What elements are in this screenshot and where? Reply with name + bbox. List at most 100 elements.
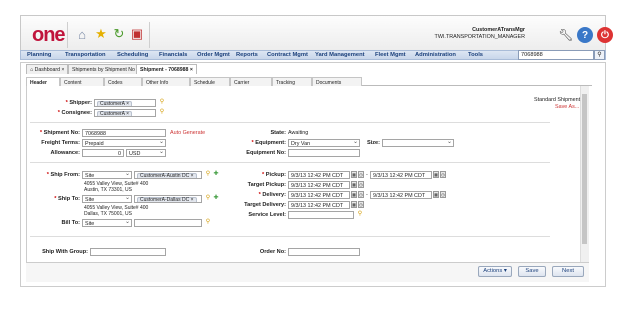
menu-tools[interactable]: Tools (468, 52, 483, 58)
wrench-icon[interactable]: 🔧︎ (557, 26, 575, 44)
shipper-chip[interactable]: CustomerA × (97, 100, 133, 106)
clock-icon[interactable]: ◷ (358, 181, 364, 188)
tab-codes[interactable]: Codes (104, 77, 142, 86)
tab-shipment-detail[interactable]: Shipment - 7068988 × (136, 64, 197, 74)
tab-documents[interactable]: Documents (312, 77, 362, 86)
pickup-from-input[interactable]: 9/3/13 12:42 PM CDT (288, 171, 350, 179)
consignee-label: * Consignee: (57, 110, 92, 116)
menu-contract-mgmt[interactable]: Contract Mgmt (267, 52, 308, 58)
equipment-no-input[interactable] (288, 149, 360, 157)
auto-generate-link[interactable]: Auto Generate (170, 130, 205, 136)
menu-financials[interactable]: Financials (159, 52, 187, 58)
clock-icon[interactable]: ◷ (440, 191, 446, 198)
calendar-icon[interactable]: ▦ (433, 171, 439, 178)
tab-schedule[interactable]: Schedule (190, 77, 230, 86)
shipment-no-label: * Shipment No: (39, 130, 80, 136)
currency-select[interactable]: USD (126, 149, 166, 157)
tab-content[interactable]: Content (60, 77, 104, 86)
menu-administration[interactable]: Administration (415, 52, 456, 58)
save-button[interactable]: Save (518, 266, 546, 277)
clock-icon[interactable]: ◷ (358, 201, 364, 208)
target-pickup-input[interactable]: 9/3/13 12:42 PM CDT (288, 181, 350, 189)
shipment-no-input[interactable]: 7068988 (82, 129, 166, 137)
calendar-icon[interactable]: ▦ (351, 181, 357, 188)
consignee-chip[interactable]: CustomerA × (97, 110, 133, 117)
search-input[interactable]: 7068988 (518, 50, 594, 60)
help-icon[interactable]: ? (577, 27, 593, 43)
state-label: State: (270, 130, 286, 136)
shipper-field[interactable]: CustomerA × (94, 99, 156, 107)
lookup-icon[interactable]: ⚲ (204, 195, 212, 202)
add-location-icon[interactable]: ✚ (212, 195, 220, 202)
menu-reports[interactable]: Reports (236, 52, 258, 58)
star-icon[interactable]: ★ (92, 25, 110, 43)
user-org: TWI.TRANSPORTATION_MANAGER (434, 34, 525, 40)
service-level-input[interactable] (288, 211, 354, 219)
freight-terms-select[interactable]: Prepaid (82, 139, 166, 147)
power-icon[interactable]: ⏻ (597, 27, 613, 43)
add-location-icon[interactable]: ✚ (212, 171, 220, 178)
calendar-icon[interactable]: ▦ (351, 171, 357, 178)
ship-to-type-select[interactable]: Site (82, 195, 132, 203)
refresh-icon[interactable]: ↻ (110, 25, 128, 43)
clock-icon[interactable]: ◷ (358, 191, 364, 198)
ship-from-field[interactable]: CustomerA-Austin DC × (134, 171, 202, 179)
ship-with-group-input[interactable] (90, 248, 166, 256)
tab-other-info[interactable]: Other Info (142, 77, 190, 86)
size-select[interactable] (382, 139, 454, 147)
search-icon[interactable]: ⚲ (594, 50, 605, 60)
bill-to-field[interactable] (134, 219, 202, 227)
save-as-link[interactable]: Save As... (555, 104, 579, 110)
tab-label: Dashboard (34, 67, 60, 73)
lookup-icon[interactable]: ⚲ (356, 211, 364, 218)
label-text: Delivery: (262, 192, 286, 198)
equipment-label: * Equipment: (251, 140, 287, 146)
menu-planning[interactable]: Planning (27, 52, 51, 58)
tab-header[interactable]: Header (26, 77, 60, 86)
scrollbar-thumb[interactable] (582, 94, 587, 244)
app-logo[interactable]: one (32, 24, 66, 47)
lookup-icon[interactable]: ⚲ (204, 171, 212, 178)
actions-button[interactable]: Actions ▾ (478, 266, 512, 277)
alerts-icon[interactable]: ▣ (128, 25, 146, 43)
calendar-icon[interactable]: ▦ (351, 201, 357, 208)
menu-order-mgmt[interactable]: Order Mgmt (197, 52, 230, 58)
calendar-icon[interactable]: ▦ (351, 191, 357, 198)
equipment-select[interactable]: Dry Van (288, 139, 360, 147)
calendar-icon[interactable]: ▦ (433, 191, 439, 198)
order-no-input[interactable] (288, 248, 360, 256)
clock-icon[interactable]: ◷ (358, 171, 364, 178)
tab-tracking[interactable]: Tracking (272, 77, 312, 86)
delivery-from-input[interactable]: 9/3/13 12:42 PM CDT (288, 191, 350, 199)
ship-to-chip[interactable]: CustomerA-Dallas DC × (137, 196, 197, 202)
state-value: Awaiting (288, 130, 309, 136)
lookup-icon[interactable]: ⚲ (158, 99, 166, 106)
shipment-type: Standard Shipment (534, 97, 581, 103)
lookup-icon[interactable]: ⚲ (204, 219, 212, 226)
bill-to-type-select[interactable]: Site (82, 219, 132, 227)
divider (149, 22, 150, 48)
tab-shipments-by-shipment-no[interactable]: Shipments by Shipment No × (68, 64, 144, 74)
chip-text: CustomerA (100, 110, 125, 117)
clock-icon[interactable]: ◷ (440, 171, 446, 178)
menu-scheduling[interactable]: Scheduling (117, 52, 148, 58)
user-name: CustomerATransMgr (472, 27, 525, 33)
ship-to-field[interactable]: CustomerA-Dallas DC × (134, 195, 202, 203)
home-icon[interactable]: ⌂ (73, 25, 91, 43)
menu-yard-management[interactable]: Yard Management (315, 52, 365, 58)
target-delivery-label: Target Delivery: (244, 202, 286, 208)
pickup-to-input[interactable]: 9/3/13 12:42 PM CDT (370, 171, 432, 179)
target-delivery-input[interactable]: 9/3/13 12:42 PM CDT (288, 201, 350, 209)
consignee-field[interactable]: CustomerA × (94, 109, 156, 117)
allowance-input[interactable]: 0 (82, 149, 124, 157)
tab-carrier[interactable]: Carrier (230, 77, 272, 86)
next-button[interactable]: Next (552, 266, 584, 277)
delivery-to-input[interactable]: 9/3/13 12:42 PM CDT (370, 191, 432, 199)
label-text: Pickup: (265, 172, 286, 178)
menu-fleet-mgmt[interactable]: Fleet Mgmt (375, 52, 406, 58)
lookup-icon[interactable]: ⚲ (158, 109, 166, 116)
ship-from-chip[interactable]: CustomerA-Austin DC × (137, 172, 197, 178)
menu-transportation[interactable]: Transportation (65, 52, 106, 58)
tab-dashboard[interactable]: ⌂ Dashboard × (26, 64, 69, 74)
ship-from-type-select[interactable]: Site (82, 171, 132, 179)
